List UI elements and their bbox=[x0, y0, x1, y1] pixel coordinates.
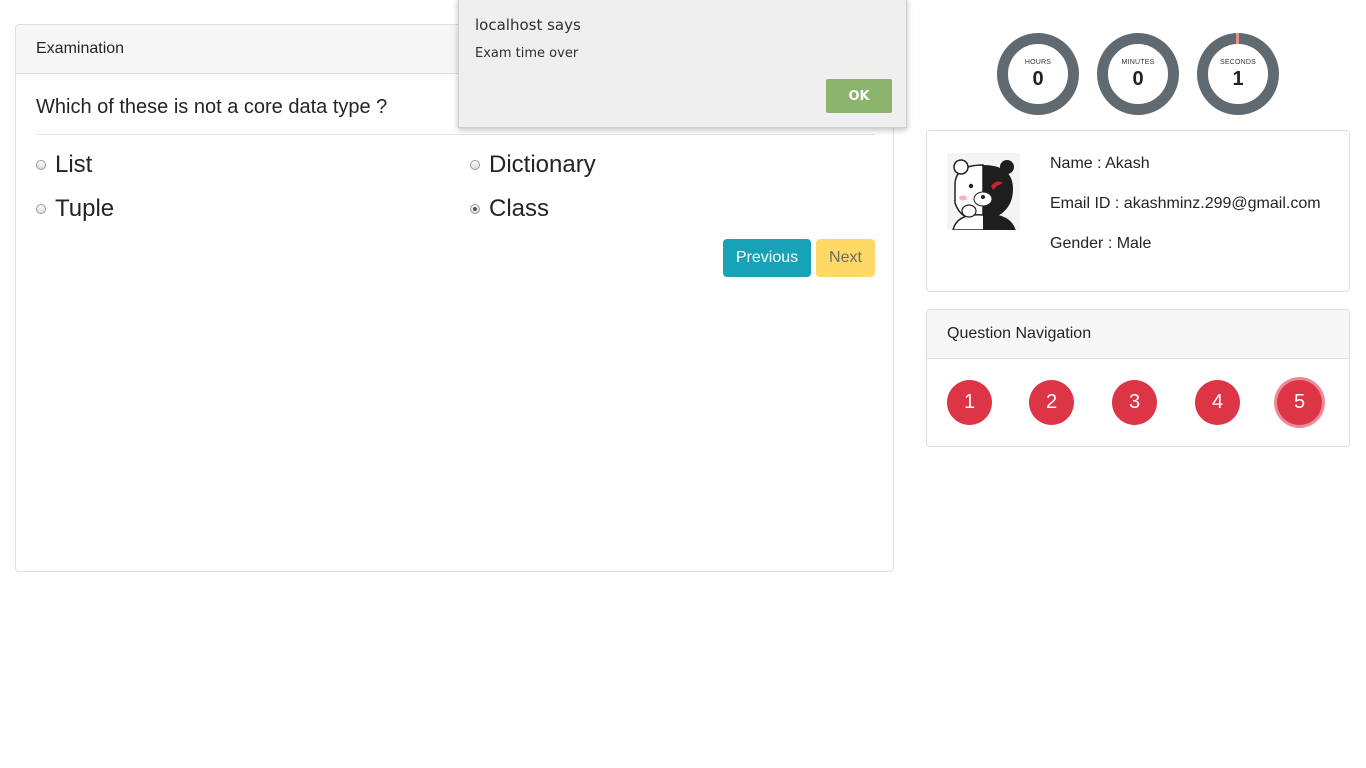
question-nav-5[interactable]: 5 bbox=[1277, 380, 1322, 425]
question-nav-1[interactable]: 1 bbox=[947, 380, 992, 425]
seconds-value: 1 bbox=[1232, 68, 1244, 90]
radio-button-selected[interactable] bbox=[470, 204, 480, 214]
option-list[interactable]: List bbox=[36, 151, 92, 179]
question-nav-4[interactable]: 4 bbox=[1195, 380, 1240, 425]
seconds-label: SECONDS bbox=[1219, 59, 1257, 66]
option-dictionary[interactable]: Dictionary bbox=[470, 151, 596, 179]
alert-message: Exam time over bbox=[475, 46, 579, 61]
profile-card: Name : Akash Email ID : akashminz.299@gm… bbox=[926, 130, 1350, 292]
profile-email: Email ID : akashminz.299@gmail.com bbox=[1050, 195, 1321, 212]
radio-button[interactable] bbox=[36, 204, 46, 214]
hours-timer: HOURS 0 bbox=[997, 33, 1079, 115]
minutes-timer: MINUTES 0 bbox=[1097, 33, 1179, 115]
hours-label: HOURS bbox=[1024, 59, 1052, 66]
avatar bbox=[947, 153, 1020, 231]
minutes-label: MINUTES bbox=[1121, 59, 1155, 66]
question-navigation-header: Question Navigation bbox=[927, 310, 1349, 359]
question-navigation-card: Question Navigation 1 2 3 4 5 bbox=[926, 309, 1350, 447]
alert-ok-button[interactable]: OK bbox=[826, 79, 892, 113]
radio-button[interactable] bbox=[36, 160, 46, 170]
question-nav-2[interactable]: 2 bbox=[1029, 380, 1074, 425]
question-nav-3[interactable]: 3 bbox=[1112, 380, 1157, 425]
alert-dialog: localhost says Exam time over OK bbox=[458, 0, 907, 128]
question-divider bbox=[36, 134, 875, 135]
alert-title: localhost says bbox=[475, 16, 581, 34]
seconds-timer: SECONDS 1 bbox=[1197, 33, 1279, 115]
question-text: Which of these is not a core data type ? bbox=[36, 96, 388, 118]
hours-value: 0 bbox=[1032, 68, 1044, 90]
option-label: Tuple bbox=[55, 195, 115, 222]
minutes-value: 0 bbox=[1132, 68, 1144, 90]
previous-button[interactable]: Previous bbox=[723, 239, 811, 277]
radio-button[interactable] bbox=[470, 160, 480, 170]
option-label: Class bbox=[489, 195, 550, 222]
option-class[interactable]: Class bbox=[470, 195, 549, 223]
option-tuple[interactable]: Tuple bbox=[36, 195, 114, 223]
seconds-progress-arc bbox=[1236, 33, 1239, 44]
profile-name: Name : Akash bbox=[1050, 155, 1150, 172]
profile-gender: Gender : Male bbox=[1050, 235, 1152, 252]
next-button[interactable]: Next bbox=[816, 239, 875, 277]
option-label: List bbox=[55, 151, 93, 178]
bear-avatar-icon bbox=[947, 153, 1020, 231]
option-label: Dictionary bbox=[489, 151, 596, 178]
